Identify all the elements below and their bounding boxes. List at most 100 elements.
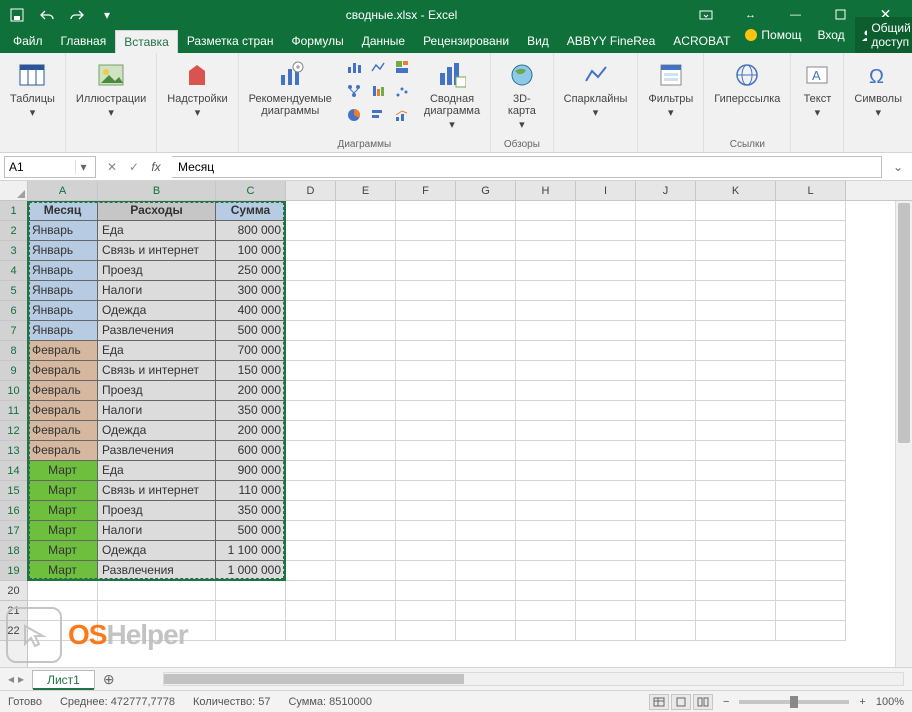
cell-K21[interactable] [696, 601, 776, 621]
cell-B20[interactable] [98, 581, 216, 601]
cell-L19[interactable] [776, 561, 846, 581]
cell-D9[interactable] [286, 361, 336, 381]
recommended-charts-button[interactable]: Рекомендуемые диаграммы [245, 57, 336, 119]
cell-L22[interactable] [776, 621, 846, 641]
cell-G16[interactable] [456, 501, 516, 521]
cell-B11[interactable]: Налоги [98, 401, 216, 421]
cell-C13[interactable]: 600 000 [216, 441, 286, 461]
cell-C9[interactable]: 150 000 [216, 361, 286, 381]
row-header-6[interactable]: 6 [0, 301, 27, 321]
page-break-view-icon[interactable] [693, 694, 713, 710]
cell-H3[interactable] [516, 241, 576, 261]
cell-F21[interactable] [396, 601, 456, 621]
cell-J15[interactable] [636, 481, 696, 501]
redo-button[interactable] [64, 3, 90, 27]
cell-A3[interactable]: Январь [28, 241, 98, 261]
cell-I13[interactable] [576, 441, 636, 461]
cell-I22[interactable] [576, 621, 636, 641]
tables-button[interactable]: Таблицы▾ [6, 57, 59, 121]
tab-home[interactable]: Главная [52, 29, 116, 53]
new-sheet-button[interactable]: ⊕ [95, 671, 123, 688]
cell-H14[interactable] [516, 461, 576, 481]
cell-I21[interactable] [576, 601, 636, 621]
cell-C17[interactable]: 500 000 [216, 521, 286, 541]
cell-A6[interactable]: Январь [28, 301, 98, 321]
cell-A4[interactable]: Январь [28, 261, 98, 281]
cell-D8[interactable] [286, 341, 336, 361]
undo-button[interactable] [34, 3, 60, 27]
cell-B19[interactable]: Развлечения [98, 561, 216, 581]
cell-C16[interactable]: 350 000 [216, 501, 286, 521]
row-header-7[interactable]: 7 [0, 321, 27, 341]
cell-K20[interactable] [696, 581, 776, 601]
cell-H9[interactable] [516, 361, 576, 381]
cell-G22[interactable] [456, 621, 516, 641]
cell-L21[interactable] [776, 601, 846, 621]
cell-B16[interactable]: Проезд [98, 501, 216, 521]
cell-K22[interactable] [696, 621, 776, 641]
cell-D15[interactable] [286, 481, 336, 501]
cell-D7[interactable] [286, 321, 336, 341]
cell-C1[interactable]: Сумма [216, 201, 286, 221]
cell-H13[interactable] [516, 441, 576, 461]
cell-K17[interactable] [696, 521, 776, 541]
cell-D14[interactable] [286, 461, 336, 481]
column-chart-icon[interactable] [344, 57, 364, 77]
tab-file[interactable]: Файл [4, 29, 52, 53]
tab-review[interactable]: Рецензировани [414, 29, 518, 53]
cell-K3[interactable] [696, 241, 776, 261]
cell-J13[interactable] [636, 441, 696, 461]
name-box-chevron-icon[interactable]: ▾ [75, 160, 91, 174]
cell-H2[interactable] [516, 221, 576, 241]
cell-E13[interactable] [336, 441, 396, 461]
cell-K4[interactable] [696, 261, 776, 281]
cell-G10[interactable] [456, 381, 516, 401]
cell-B4[interactable]: Проезд [98, 261, 216, 281]
cell-D4[interactable] [286, 261, 336, 281]
cell-J16[interactable] [636, 501, 696, 521]
cell-C19[interactable]: 1 000 000 [216, 561, 286, 581]
cell-F22[interactable] [396, 621, 456, 641]
cell-H20[interactable] [516, 581, 576, 601]
cell-H22[interactable] [516, 621, 576, 641]
row-header-11[interactable]: 11 [0, 401, 27, 421]
name-box-input[interactable] [5, 160, 75, 174]
cell-B14[interactable]: Еда [98, 461, 216, 481]
share-button[interactable]: Общий доступ [855, 17, 912, 53]
cell-H18[interactable] [516, 541, 576, 561]
cell-F10[interactable] [396, 381, 456, 401]
cell-J2[interactable] [636, 221, 696, 241]
cell-I4[interactable] [576, 261, 636, 281]
hierarchy-chart-icon[interactable] [344, 81, 364, 101]
cell-L5[interactable] [776, 281, 846, 301]
row-header-15[interactable]: 15 [0, 481, 27, 501]
cell-H19[interactable] [516, 561, 576, 581]
cell-A14[interactable]: Март [28, 461, 98, 481]
cell-F20[interactable] [396, 581, 456, 601]
row-header-3[interactable]: 3 [0, 241, 27, 261]
cell-H16[interactable] [516, 501, 576, 521]
cell-I18[interactable] [576, 541, 636, 561]
cell-A13[interactable]: Февраль [28, 441, 98, 461]
cell-D10[interactable] [286, 381, 336, 401]
cell-C10[interactable]: 200 000 [216, 381, 286, 401]
cell-B2[interactable]: Еда [98, 221, 216, 241]
cell-A21[interactable] [28, 601, 98, 621]
cell-F9[interactable] [396, 361, 456, 381]
row-header-10[interactable]: 10 [0, 381, 27, 401]
cell-C22[interactable] [216, 621, 286, 641]
cell-E10[interactable] [336, 381, 396, 401]
cell-H12[interactable] [516, 421, 576, 441]
cell-B17[interactable]: Налоги [98, 521, 216, 541]
cell-D20[interactable] [286, 581, 336, 601]
cell-J12[interactable] [636, 421, 696, 441]
cell-I16[interactable] [576, 501, 636, 521]
cell-F12[interactable] [396, 421, 456, 441]
page-layout-view-icon[interactable] [671, 694, 691, 710]
cell-A11[interactable]: Февраль [28, 401, 98, 421]
cell-A19[interactable]: Март [28, 561, 98, 581]
cell-L7[interactable] [776, 321, 846, 341]
cell-A15[interactable]: Март [28, 481, 98, 501]
expand-formula-bar-icon[interactable]: ⌄ [888, 160, 908, 174]
enter-formula-button[interactable]: ✓ [124, 157, 144, 177]
